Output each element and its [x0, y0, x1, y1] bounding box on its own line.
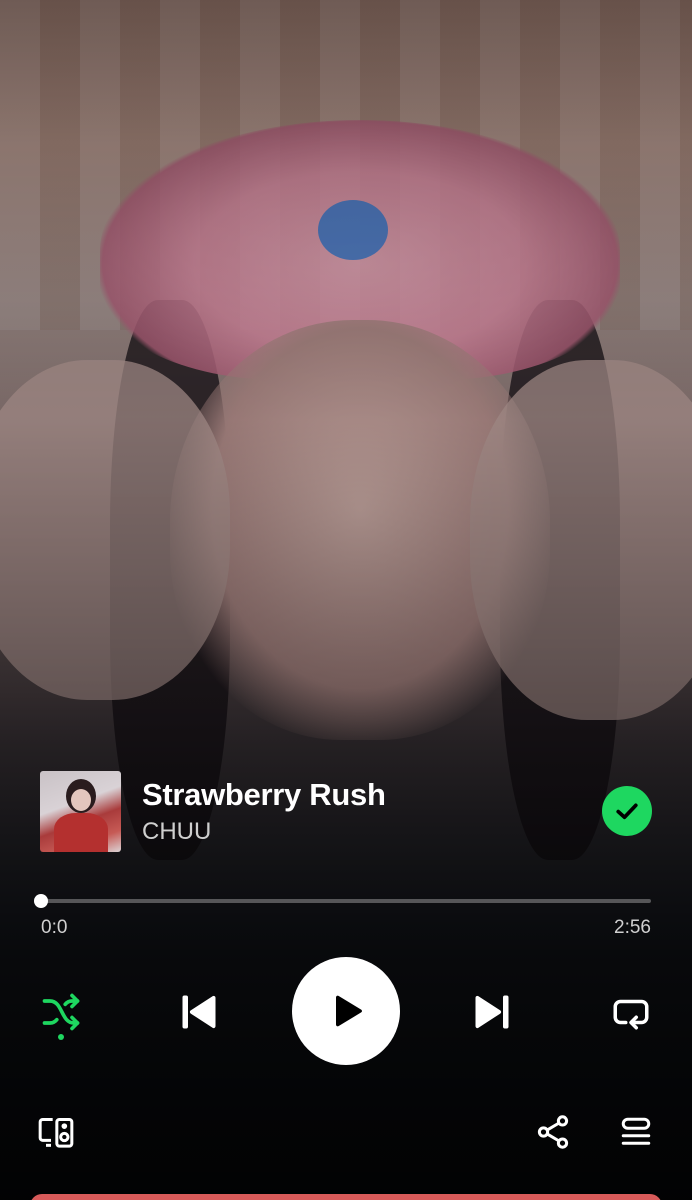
- track-title[interactable]: Strawberry Rush: [142, 776, 602, 814]
- play-button[interactable]: [292, 957, 400, 1065]
- track-info: Strawberry Rush CHUU: [40, 770, 652, 852]
- check-circle-icon: [616, 803, 638, 820]
- lyrics-card-peek[interactable]: [30, 1194, 662, 1200]
- share-button[interactable]: [531, 1108, 575, 1156]
- bottom-actions: [0, 1108, 692, 1158]
- duration-time: 2:56: [614, 917, 651, 938]
- skip-next-icon: [475, 995, 509, 1029]
- liked-button[interactable]: [602, 786, 652, 836]
- next-button[interactable]: [463, 983, 521, 1041]
- track-meta: Strawberry Rush CHUU: [142, 776, 602, 846]
- progress-knob[interactable]: [34, 894, 48, 908]
- connect-device-icon: [38, 1118, 74, 1148]
- share-icon: [537, 1115, 569, 1149]
- elapsed-time: 0:0: [41, 917, 68, 938]
- queue-button[interactable]: [614, 1108, 658, 1156]
- play-icon: [336, 995, 362, 1027]
- shuffle-icon: [42, 993, 80, 1031]
- previous-button[interactable]: [170, 983, 228, 1041]
- connect-devices-button[interactable]: [34, 1108, 78, 1156]
- shuffle-active-dot: [58, 1034, 64, 1040]
- skip-previous-icon: [182, 995, 216, 1029]
- album-cover-figure-body: [54, 812, 108, 852]
- repeat-icon: [613, 999, 649, 1030]
- shuffle-button[interactable]: [36, 987, 86, 1037]
- queue-icon: [621, 1117, 651, 1145]
- progress-bar[interactable]: [34, 894, 651, 908]
- playback-controls: [0, 957, 692, 1065]
- track-artist[interactable]: CHUU: [142, 818, 602, 846]
- repeat-button[interactable]: [604, 985, 658, 1039]
- album-cover[interactable]: [40, 770, 121, 852]
- album-cover-figure-face: [71, 788, 91, 811]
